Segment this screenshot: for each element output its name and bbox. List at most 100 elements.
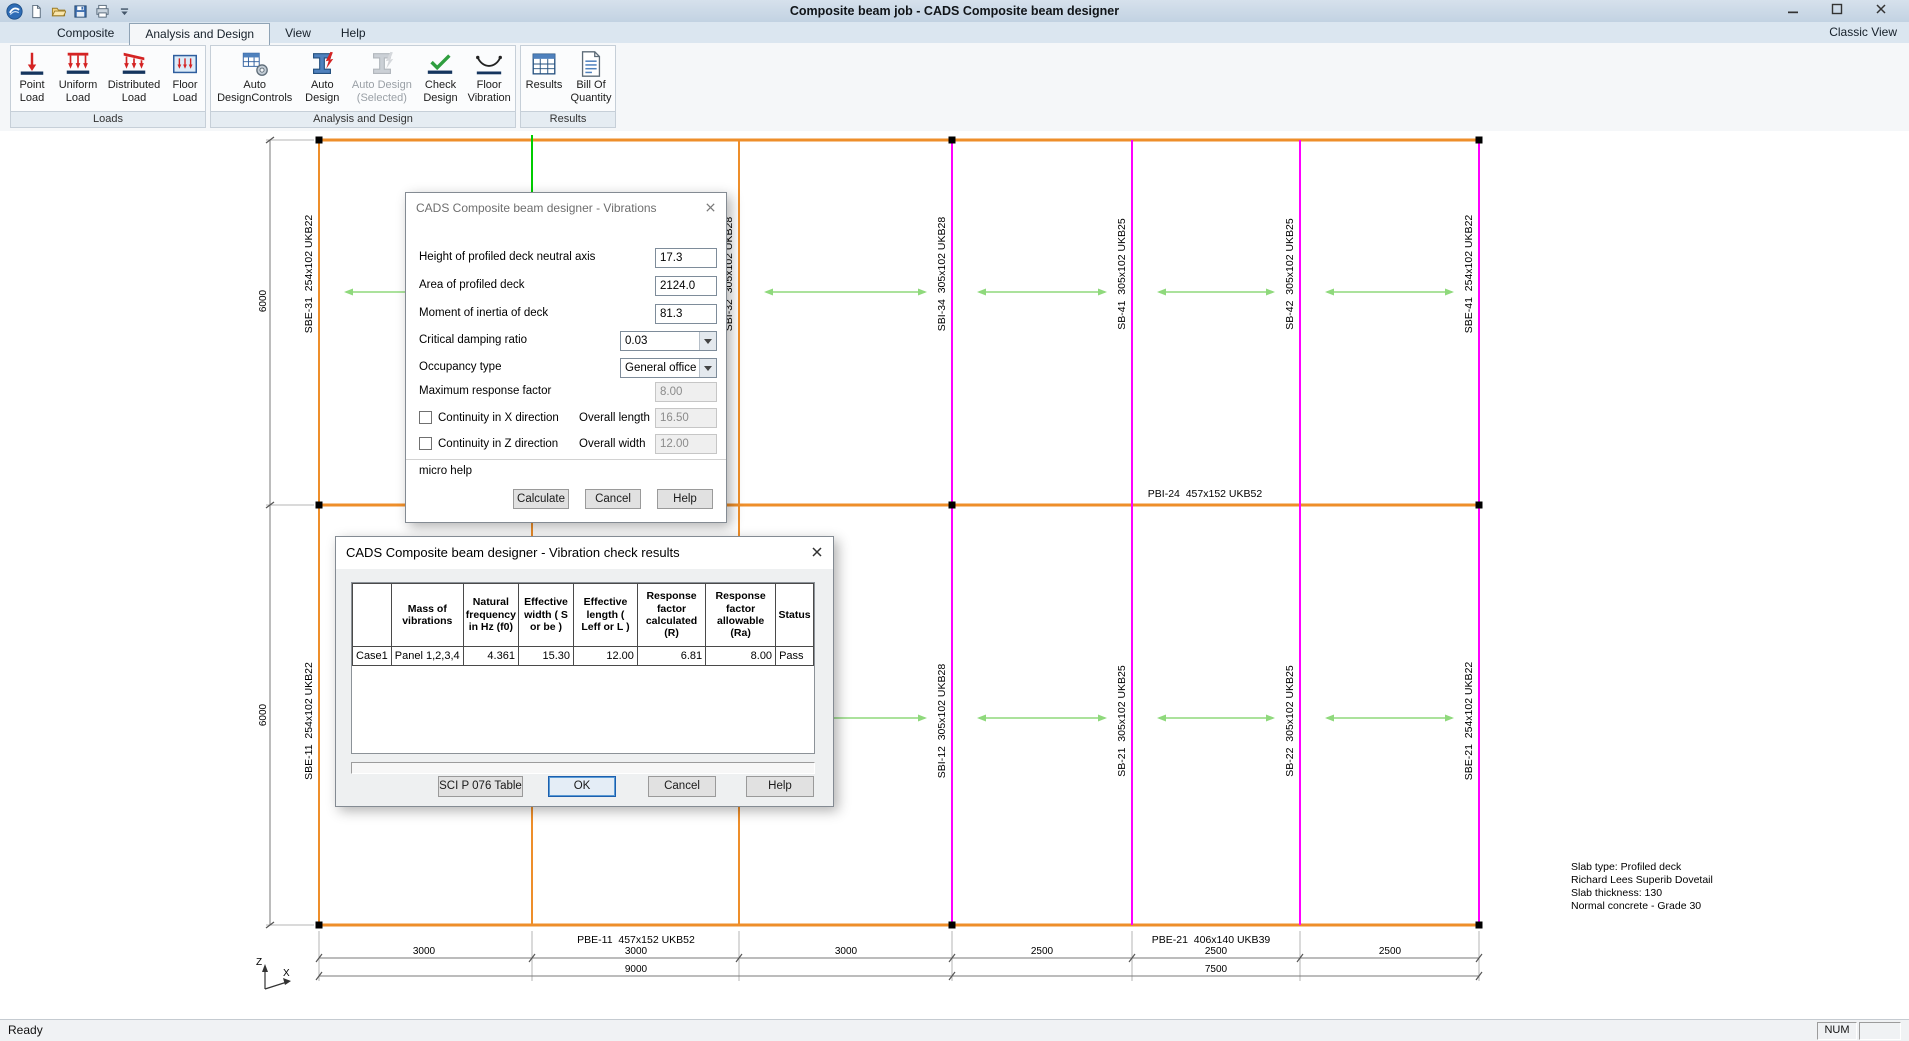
results-header-cell: Response factor allowable (Ra) — [706, 584, 776, 647]
occupancy-type-select[interactable]: General office — [620, 358, 717, 378]
maximize-button[interactable] — [1815, 0, 1859, 22]
ribbon-group-results: Results Bill Of Quantity Results — [520, 45, 616, 128]
continuity-z-checkbox[interactable] — [419, 437, 432, 450]
vibrations-dialog-close-button[interactable] — [703, 202, 717, 216]
checkbox-label: Continuity in X direction — [438, 412, 559, 424]
results-list-panel: Mass of vibrationsNatural frequency in H… — [351, 582, 815, 754]
auto-design-selected-button: Auto Design (Selected) — [346, 46, 418, 113]
calculate-button[interactable]: Calculate — [513, 489, 569, 509]
beam-label: SB-22 305x102 UKB25 — [1284, 665, 1296, 777]
node-marker[interactable] — [949, 502, 956, 509]
tab-analysis-and-design[interactable]: Analysis and Design — [129, 23, 270, 45]
continuity-x-checkbox[interactable] — [419, 411, 432, 424]
window-title: Composite beam job - CADS Composite beam… — [0, 0, 1909, 22]
divider — [406, 459, 726, 460]
status-bar: Ready NUM — [0, 1019, 1909, 1041]
node-marker[interactable] — [1476, 502, 1483, 509]
node-marker[interactable] — [1476, 137, 1483, 144]
deck-neutral-axis-input[interactable]: 17.3 — [655, 248, 717, 268]
slab-note: Slab thickness: 130 — [1571, 887, 1662, 899]
group-label-results: Results — [521, 111, 615, 127]
app-window: Composite beam job - CADS Composite beam… — [0, 0, 1909, 1041]
node-marker[interactable] — [1476, 922, 1483, 929]
beam-label: PBE-11 457x152 UKB52 — [577, 934, 695, 946]
auto-design-button[interactable]: Auto Design — [298, 46, 346, 113]
chevron-down-icon[interactable] — [699, 359, 716, 377]
results-header-cell: Response factor calculated (R) — [637, 584, 705, 647]
floor-load-button[interactable]: Floor Load — [165, 46, 205, 113]
beam-label: SB-41 305x102 UKB25 — [1116, 218, 1128, 330]
new-document-icon[interactable] — [28, 3, 45, 20]
node-marker[interactable] — [949, 922, 956, 929]
drawing-canvas[interactable]: 3000300030002500250025009000750060006000… — [0, 131, 1909, 1020]
save-icon[interactable] — [72, 3, 89, 20]
overall-length-input: 16.50 — [655, 408, 717, 428]
node-marker[interactable] — [316, 502, 323, 509]
dimension-text: 2500 — [1031, 946, 1054, 957]
results-cell: Panel 1,2,3,4 — [391, 647, 463, 666]
beam-label: PBE-21 406x140 UKB39 — [1152, 934, 1271, 946]
span-arrow-head — [764, 289, 773, 296]
results-button[interactable]: Results — [521, 46, 567, 113]
floor-plan-drawing[interactable]: 3000300030002500250025009000750060006000… — [0, 131, 1909, 1020]
axis-arrow-head — [283, 978, 291, 985]
floor-vibration-button[interactable]: Floor Vibration — [463, 46, 515, 113]
quick-access-dropdown-icon[interactable] — [116, 3, 133, 20]
deck-inertia-input[interactable]: 81.3 — [655, 304, 717, 324]
classic-view-toggle[interactable]: Classic View — [1829, 22, 1897, 43]
critical-damping-ratio-select[interactable]: 0.03 — [620, 331, 717, 351]
check-design-button[interactable]: Check Design — [418, 46, 464, 113]
chevron-down-icon[interactable] — [699, 332, 716, 350]
span-arrow-head — [1445, 715, 1454, 722]
close-button[interactable] — [1859, 0, 1903, 22]
checkbox-label: Continuity in Z direction — [438, 438, 558, 450]
results-icon — [529, 49, 559, 79]
uniform-load-button[interactable]: Uniform Load — [53, 46, 103, 113]
bill-of-quantity-button[interactable]: Bill Of Quantity — [567, 46, 615, 113]
node-marker[interactable] — [316, 137, 323, 144]
tab-help[interactable]: Help — [326, 23, 381, 43]
field-label: Critical damping ratio — [419, 334, 527, 346]
deck-area-input[interactable]: 2124.0 — [655, 276, 717, 296]
dimension-text: 9000 — [625, 964, 648, 975]
title-bar: Composite beam job - CADS Composite beam… — [0, 0, 1909, 23]
tab-composite[interactable]: Composite — [42, 23, 129, 43]
status-pane — [1859, 1022, 1901, 1040]
span-arrow-head — [1157, 715, 1166, 722]
minimize-button[interactable] — [1771, 0, 1815, 22]
distributed-load-button[interactable]: Distributed Load — [103, 46, 165, 113]
results-dialog-close-button[interactable] — [810, 547, 824, 561]
cancel-button[interactable]: Cancel — [585, 489, 641, 509]
slab-note: Normal concrete - Grade 30 — [1571, 900, 1701, 912]
span-arrow-head — [977, 289, 986, 296]
floor-vibration-icon — [474, 49, 504, 79]
auto-design-selected-icon — [367, 49, 397, 79]
open-file-icon[interactable] — [50, 3, 67, 20]
beam-label: SBE-31 254x102 UKB22 — [303, 215, 315, 334]
sci-p076-table-button[interactable]: SCI P 076 Table — [438, 776, 523, 797]
dimension-text: 2500 — [1205, 946, 1228, 957]
ribbon-group-analysis-and-design: Auto DesignControls Auto Design Auto Des… — [210, 45, 516, 128]
print-icon[interactable] — [94, 3, 111, 20]
beam-label: SB-21 305x102 UKB25 — [1116, 665, 1128, 777]
axis-x-line — [265, 982, 287, 989]
point-load-button[interactable]: Point Load — [11, 46, 53, 113]
distributed-load-icon — [119, 49, 149, 79]
beam-label: SBE-11 254x102 UKB22 — [303, 662, 315, 780]
auto-designcontrols-button[interactable]: Auto DesignControls — [211, 46, 298, 113]
tab-view[interactable]: View — [270, 23, 326, 43]
node-marker[interactable] — [316, 922, 323, 929]
help-button[interactable]: Help — [657, 489, 713, 509]
help-button[interactable]: Help — [746, 776, 814, 797]
ok-button[interactable]: OK — [548, 776, 616, 797]
group-label-loads: Loads — [11, 111, 205, 127]
dimension-text: 3000 — [835, 946, 858, 957]
field-label: Moment of inertia of deck — [419, 307, 548, 319]
results-row[interactable]: Case1Panel 1,2,3,44.36115.3012.006.818.0… — [353, 647, 814, 666]
cancel-button[interactable]: Cancel — [648, 776, 716, 797]
beam-label: SBE-41 254x102 UKB22 — [1463, 215, 1475, 334]
window-controls — [1771, 0, 1903, 22]
node-marker[interactable] — [949, 137, 956, 144]
dimension-text: 2500 — [1379, 946, 1402, 957]
app-icon[interactable] — [6, 3, 23, 20]
